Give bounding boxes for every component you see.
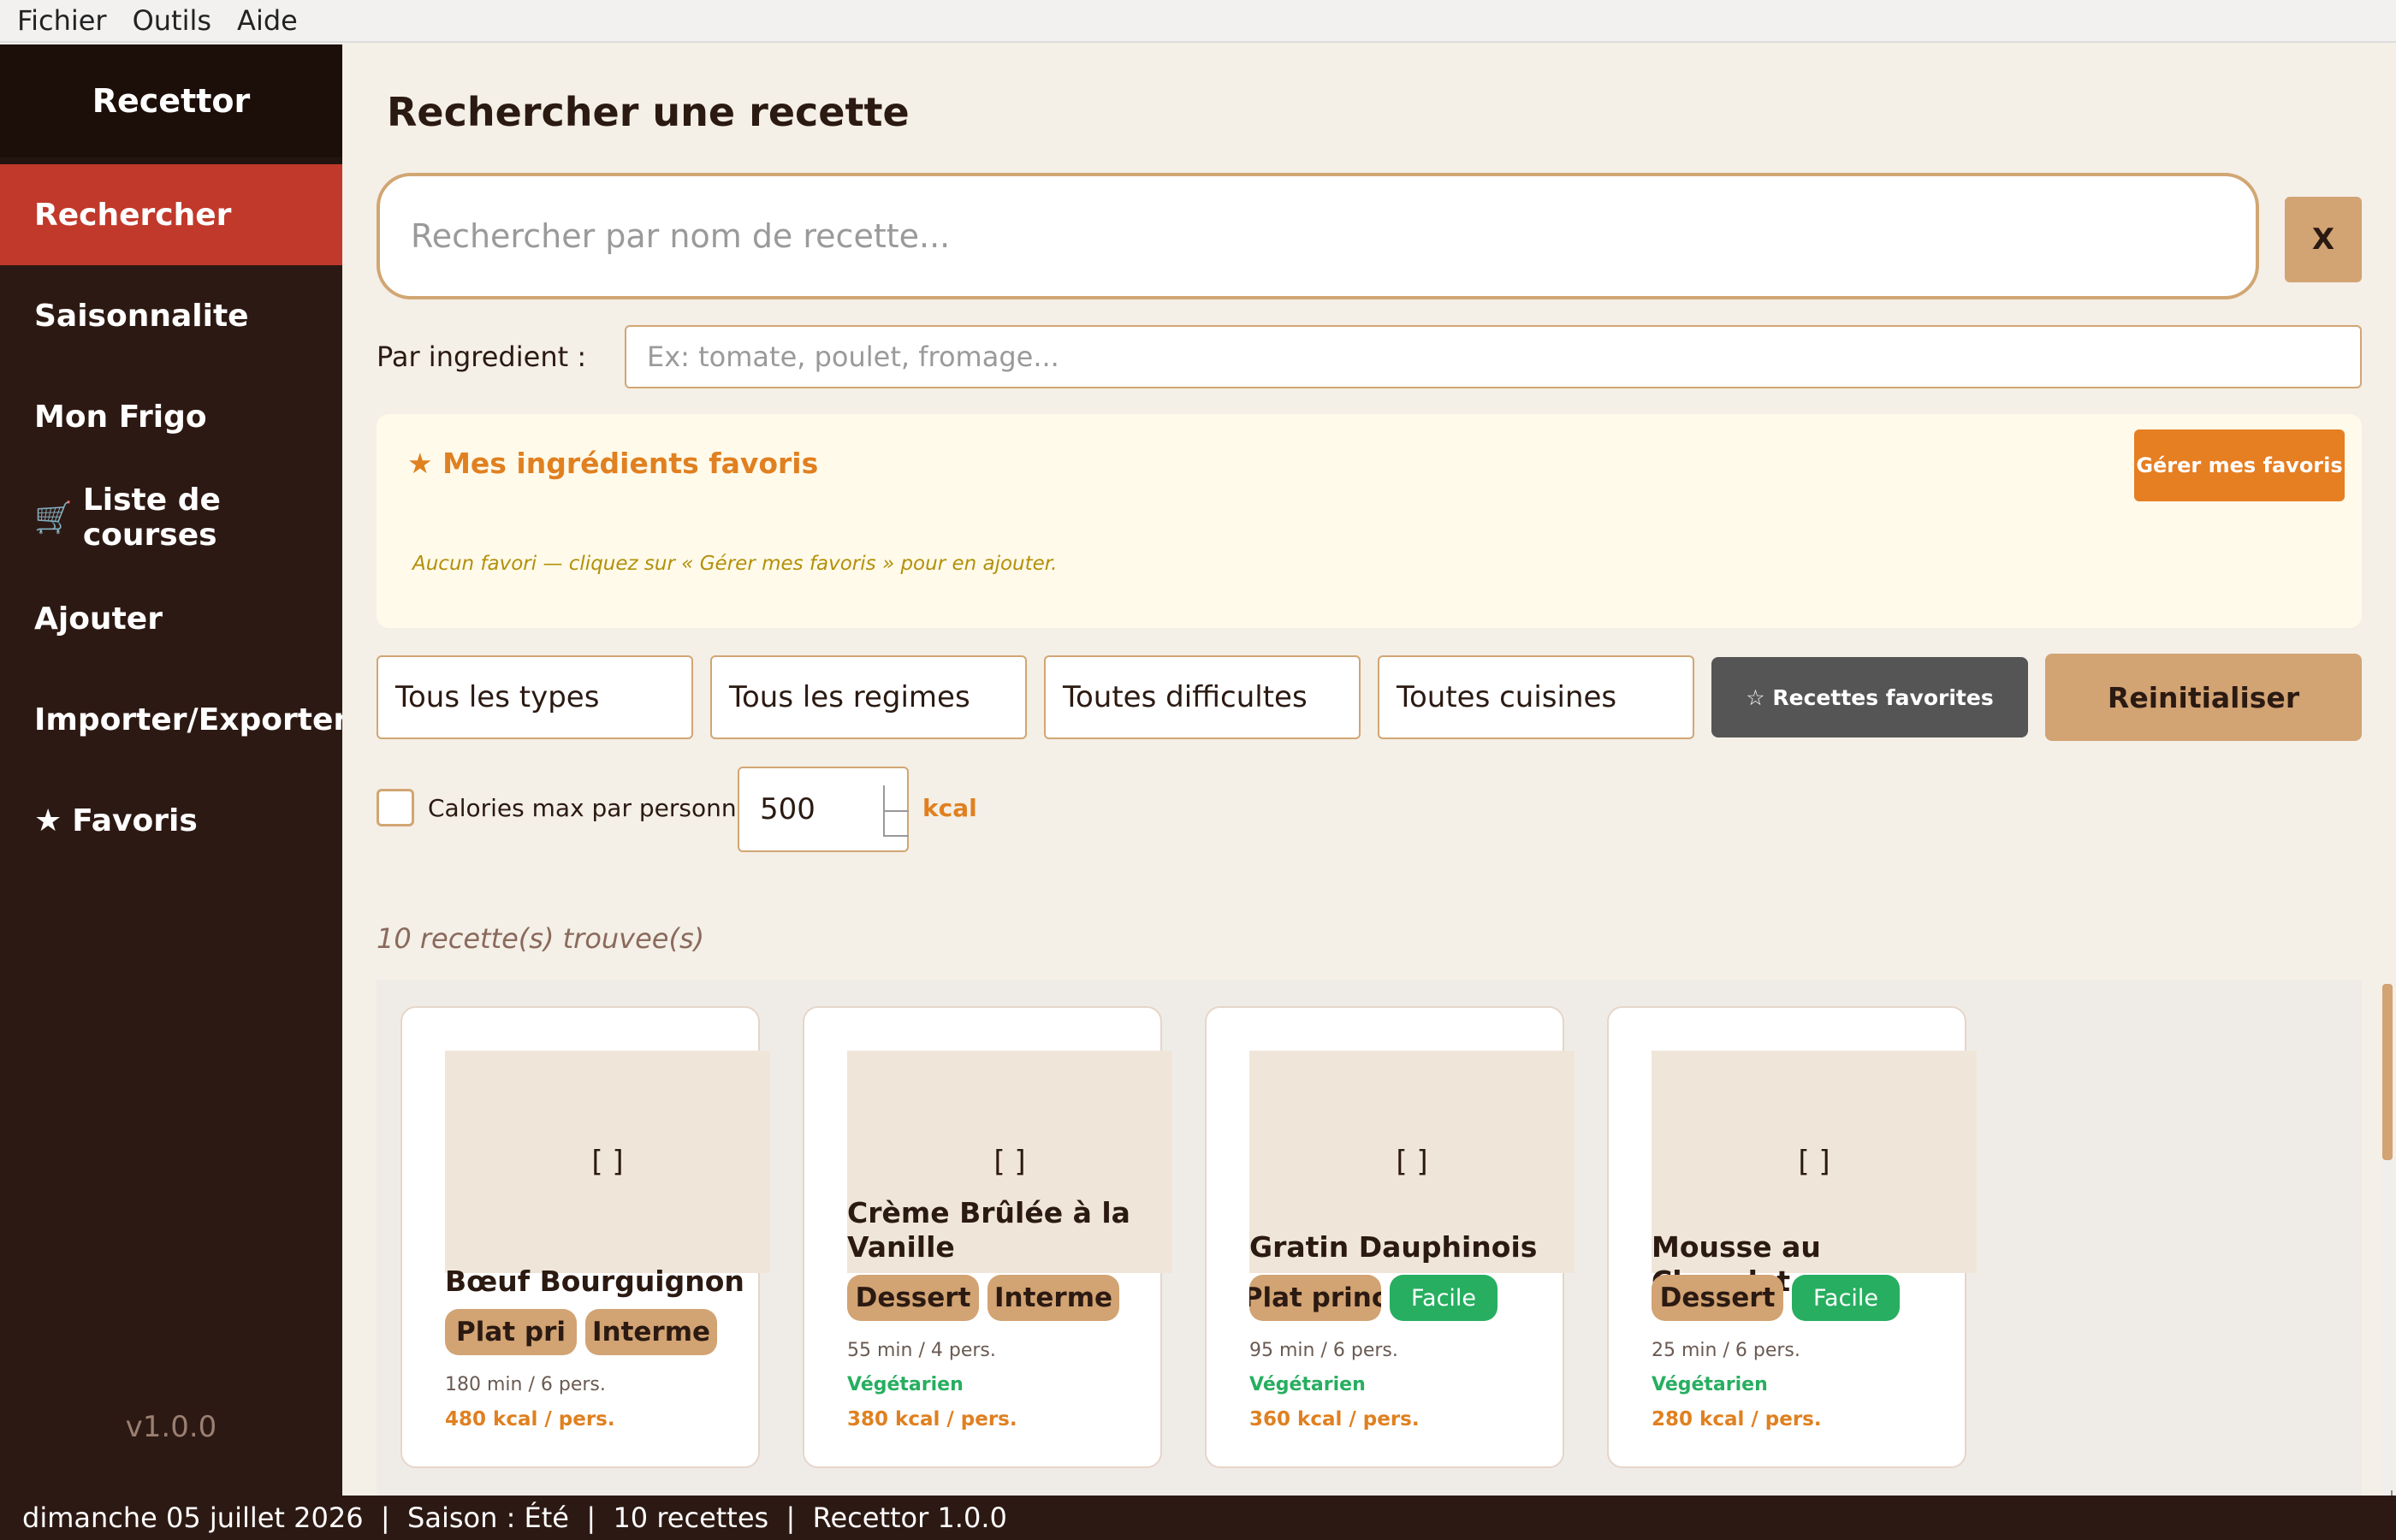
calories-value: 500 <box>760 792 815 826</box>
status-bar: dimanche 05 juillet 2026 | Saison : Été … <box>0 1496 2396 1540</box>
manage-favorites-button[interactable]: Gérer mes favoris <box>2134 429 2345 501</box>
recipe-difficulty-tag: Interme <box>987 1275 1119 1321</box>
result-count: 10 recette(s) trouvee(s) <box>377 922 705 955</box>
recipe-meta: 25 min / 6 pers. <box>1652 1340 1800 1361</box>
ingredient-field <box>625 325 2362 388</box>
menu-outils[interactable]: Outils <box>133 4 211 37</box>
sidebar-item-label: Saisonnalite <box>34 298 249 334</box>
recipe-type-tag: Plat princ <box>1249 1275 1381 1321</box>
sidebar-item-label: Ajouter <box>34 601 163 637</box>
ingredient-input[interactable] <box>647 341 2360 373</box>
recipe-meta: 180 min / 6 pers. <box>445 1374 606 1395</box>
recipe-kcal: 480 kcal / pers. <box>445 1408 615 1430</box>
calories-label: Calories max par personne : <box>428 794 768 822</box>
recipe-type-tag: Dessert <box>847 1275 979 1321</box>
menu-bar: Fichier Outils Aide <box>0 0 2396 43</box>
ingredient-label: Par ingredient : <box>377 341 587 373</box>
search-input[interactable] <box>411 217 2256 255</box>
results-scrollbar[interactable] <box>2382 984 2393 1497</box>
recipe-kcal: 380 kcal / pers. <box>847 1408 1017 1430</box>
app-version: v1.0.0 <box>125 1410 217 1444</box>
sidebar-item-mon-frigo[interactable]: Mon Frigo <box>0 366 342 467</box>
recipe-tags: Dessert Facile <box>1652 1275 1900 1321</box>
sidebar-item-label: Mon Frigo <box>34 399 207 435</box>
sidebar-item-favoris[interactable]: ★ Favoris <box>0 770 342 871</box>
sidebar-item-rechercher[interactable]: Rechercher <box>0 164 342 265</box>
recipe-type-tag: Dessert <box>1652 1275 1783 1321</box>
recipe-card[interactable]: [ ] Crème Brûlée à la Vanille Dessert In… <box>803 1006 1172 1468</box>
recipe-vegetarian-label: Végétarien <box>1249 1374 1366 1395</box>
type-filter-select[interactable]: Tous les types <box>377 655 693 739</box>
recipe-image-placeholder: [ ] <box>445 1051 770 1273</box>
sidebar: Recettor Rechercher Saisonnalite Mon Fri… <box>0 44 348 1496</box>
sidebar-item-label: Liste de courses <box>82 483 221 553</box>
sidebar-item-saisonnalite[interactable]: Saisonnalite <box>0 265 342 366</box>
page-title: Rechercher une recette <box>387 89 910 135</box>
recipe-card[interactable]: [ ] Mousse au Chocolat Dessert Facile 25… <box>1607 1006 1977 1468</box>
app-brand: Recettor <box>0 44 342 164</box>
cart-icon: 🛒 <box>34 500 73 536</box>
main-content: Rechercher une recette X Par ingredient … <box>342 44 2396 1511</box>
recipe-tags: Dessert Interme <box>847 1275 1119 1321</box>
results-grid: [ ] Bœuf Bourguignon Plat pri Interme 18… <box>377 980 2393 1511</box>
recipe-meta: 55 min / 4 pers. <box>847 1340 996 1361</box>
star-icon: ★ <box>34 803 62 838</box>
regime-filter-select[interactable]: Tous les regimes <box>710 655 1027 739</box>
menu-aide[interactable]: Aide <box>237 4 298 37</box>
recipe-kcal: 280 kcal / pers. <box>1652 1408 1822 1430</box>
recipe-kcal: 360 kcal / pers. <box>1249 1408 1420 1430</box>
recipe-title: Bœuf Bourguignon <box>445 1265 744 1298</box>
favorite-recipes-button[interactable]: ☆ Recettes favorites <box>1711 657 2028 737</box>
recipe-vegetarian-label: Végétarien <box>1652 1374 1768 1395</box>
favorites-empty-text: Aucun favori — cliquez sur « Gérer mes f… <box>412 553 1058 575</box>
calories-spinbox[interactable]: 500 <box>738 767 909 852</box>
recipe-card[interactable]: [ ] Gratin Dauphinois Plat princ Facile … <box>1205 1006 1575 1468</box>
sidebar-item-label: Rechercher <box>34 197 232 233</box>
favorite-ingredients-panel: ★ Mes ingrédients favoris Gérer mes favo… <box>377 414 2362 628</box>
recipe-title: Crème Brûlée à la Vanille <box>847 1196 1130 1264</box>
clear-search-button[interactable]: X <box>2285 197 2362 282</box>
reset-button[interactable]: Reinitialiser <box>2045 654 2362 741</box>
menu-fichier[interactable]: Fichier <box>17 4 107 37</box>
recipe-type-tag: Plat pri <box>445 1309 577 1355</box>
cuisine-filter-select[interactable]: Toutes cuisines <box>1378 655 1694 739</box>
recipe-tags: Plat pri Interme <box>445 1309 717 1355</box>
status-text: dimanche 05 juillet 2026 | Saison : Été … <box>22 1502 1007 1534</box>
sidebar-item-liste-de-courses[interactable]: 🛒 Liste de courses <box>0 467 342 568</box>
recipe-vegetarian-label: Végétarien <box>847 1374 964 1395</box>
calories-checkbox[interactable] <box>377 789 414 826</box>
recipe-meta: 95 min / 6 pers. <box>1249 1340 1398 1361</box>
favorite-ingredients-title: ★ Mes ingrédients favoris <box>407 447 819 480</box>
spin-buttons[interactable] <box>883 785 909 837</box>
difficulty-filter-select[interactable]: Toutes difficultes <box>1044 655 1361 739</box>
sidebar-item-ajouter[interactable]: Ajouter <box>0 568 342 669</box>
recipe-card[interactable]: [ ] Bœuf Bourguignon Plat pri Interme 18… <box>400 1006 770 1468</box>
recipe-difficulty-tag: Facile <box>1390 1275 1498 1321</box>
search-box <box>377 173 2259 299</box>
recipe-title: Gratin Dauphinois <box>1249 1230 1538 1264</box>
recipe-difficulty-tag: Facile <box>1792 1275 1900 1321</box>
sidebar-item-label: Importer/Exporter <box>34 702 349 737</box>
scrollbar-thumb[interactable] <box>2382 984 2393 1160</box>
recipe-difficulty-tag: Interme <box>585 1309 717 1355</box>
sidebar-item-label: Favoris <box>72 803 198 838</box>
sidebar-item-importer-exporter[interactable]: Importer/Exporter <box>0 669 348 770</box>
sidebar-nav: Rechercher Saisonnalite Mon Frigo 🛒 List… <box>0 164 348 871</box>
calories-unit: kcal <box>922 794 977 822</box>
recipe-tags: Plat princ Facile <box>1249 1275 1498 1321</box>
